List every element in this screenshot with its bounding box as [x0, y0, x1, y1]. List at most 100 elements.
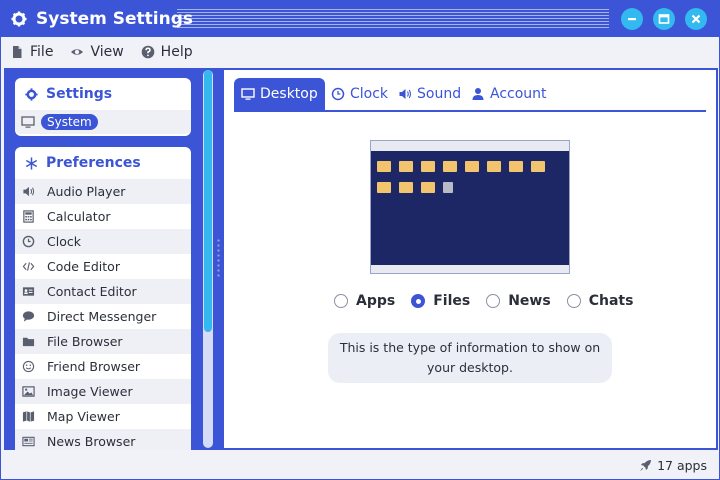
menu-help[interactable]: Help	[141, 44, 193, 60]
window-title: System Settings	[36, 9, 193, 29]
radio-chats-circle[interactable]	[566, 294, 581, 308]
sidebar-item-direct-messenger[interactable]: Direct Messenger	[15, 304, 191, 329]
speaker-icon	[23, 186, 35, 197]
folder-icon	[399, 161, 413, 172]
maximize-button[interactable]	[653, 8, 675, 30]
gear-icon	[25, 87, 38, 101]
tab-clock-label: Clock	[350, 86, 389, 102]
sidebar-item-news-browser[interactable]: News Browser	[15, 429, 191, 450]
menu-view[interactable]: View	[70, 44, 124, 60]
menu-view-label: View	[90, 44, 124, 60]
menu-bar: File View Help	[1, 37, 719, 67]
eye-icon	[71, 49, 84, 55]
folder-icon	[377, 182, 391, 193]
sidebar-item-label: Contact Editor	[47, 284, 137, 299]
main-frame: Settings System Preferences Audio Player	[4, 68, 718, 450]
radio-apps-circle[interactable]	[334, 294, 348, 308]
image-icon	[22, 386, 35, 397]
sidebar-item-label: Code Editor	[47, 259, 120, 274]
sidebar-item-code-editor[interactable]: Code Editor	[15, 254, 191, 279]
preview-top-bar	[371, 141, 569, 151]
folder-icon	[421, 161, 435, 172]
settings-window: System Settings File View Help Settings …	[0, 0, 720, 480]
tab-underline	[234, 110, 706, 112]
sidebar-item-label: Direct Messenger	[47, 309, 157, 324]
preferences-panel: Preferences Audio Player Calculator Cloc…	[15, 147, 191, 450]
info-description: This is the type of information to show …	[328, 333, 612, 383]
minimize-button[interactable]	[621, 8, 643, 30]
maximize-icon	[658, 14, 670, 24]
radio-news[interactable]: News	[486, 293, 551, 309]
sidebar: Settings System Preferences Audio Player	[9, 70, 202, 450]
tab-bar: Desktop Clock Sound Account	[224, 70, 716, 112]
tab-clock[interactable]: Clock	[331, 78, 388, 110]
contact-card-icon	[22, 287, 35, 296]
menu-help-label: Help	[160, 44, 193, 60]
sidebar-item-label: Calculator	[47, 209, 111, 224]
app-count: 17 apps	[657, 457, 707, 473]
monitor-icon	[21, 116, 35, 128]
radio-files-circle[interactable]	[411, 294, 426, 308]
code-icon	[22, 262, 35, 271]
clock-icon	[331, 87, 345, 101]
user-icon	[472, 88, 484, 100]
chat-bubble-icon	[22, 311, 35, 322]
radio-chats-label: Chats	[588, 293, 634, 309]
radio-news-circle[interactable]	[486, 294, 501, 308]
preferences-list: Audio Player Calculator Clock Code Edito…	[15, 179, 191, 450]
pane-resize-handle[interactable]	[216, 238, 221, 278]
title-bar[interactable]: System Settings	[1, 1, 719, 37]
folder-icon	[487, 161, 501, 172]
folder-icon	[465, 161, 479, 172]
file-icon	[13, 46, 22, 58]
sidebar-item-label: File Browser	[47, 334, 123, 349]
sidebar-item-calculator[interactable]: Calculator	[15, 204, 191, 229]
monitor-icon	[241, 88, 255, 100]
map-icon	[22, 411, 35, 422]
sidebar-item-clock[interactable]: Clock	[15, 229, 191, 254]
radio-files[interactable]: Files	[411, 293, 470, 309]
newspaper-icon	[22, 436, 35, 447]
preferences-header[interactable]: Preferences	[15, 147, 191, 179]
trash-icon	[443, 182, 453, 193]
close-button[interactable]	[685, 8, 707, 30]
sidebar-scrollbar[interactable]	[203, 70, 213, 448]
sidebar-scroll-thumb[interactable]	[204, 70, 212, 332]
rocket-icon	[640, 459, 652, 471]
preview-folder-grid	[377, 161, 553, 193]
sidebar-item-audio-player[interactable]: Audio Player	[15, 179, 191, 204]
sidebar-item-system-label: System	[41, 114, 98, 130]
title-drag-area[interactable]	[177, 9, 609, 29]
tab-sound[interactable]: Sound	[398, 78, 461, 110]
preview-taskbar	[371, 265, 569, 273]
preferences-header-label: Preferences	[46, 155, 141, 171]
sidebar-item-system[interactable]: System	[15, 110, 191, 134]
settings-header[interactable]: Settings	[15, 78, 191, 110]
folder-icon	[443, 161, 457, 172]
sidebar-item-friend-browser[interactable]: Friend Browser	[15, 354, 191, 379]
sidebar-item-label: Image Viewer	[47, 384, 133, 399]
folder-icon	[22, 337, 35, 347]
close-icon	[691, 14, 701, 24]
smiley-icon	[22, 360, 35, 373]
sidebar-item-contact-editor[interactable]: Contact Editor	[15, 279, 191, 304]
calculator-icon	[23, 210, 34, 223]
radio-news-label: News	[508, 293, 551, 309]
tab-account[interactable]: Account	[471, 78, 547, 110]
tab-desktop[interactable]: Desktop	[234, 78, 325, 110]
content-pane: Desktop Clock Sound Account Apps Files N…	[224, 70, 716, 448]
sidebar-item-map-viewer[interactable]: Map Viewer	[15, 404, 191, 429]
radio-files-label: Files	[433, 293, 471, 309]
info-type-radio-group: Apps Files News Chats	[334, 293, 649, 309]
radio-chats[interactable]: Chats	[566, 293, 634, 309]
menu-file[interactable]: File	[10, 44, 53, 60]
desktop-preview	[370, 140, 570, 274]
sidebar-item-file-browser[interactable]: File Browser	[15, 329, 191, 354]
tab-account-label: Account	[490, 86, 547, 102]
radio-apps[interactable]: Apps	[334, 293, 395, 309]
sidebar-item-image-viewer[interactable]: Image Viewer	[15, 379, 191, 404]
sidebar-item-label: Audio Player	[47, 184, 126, 199]
tab-desktop-label: Desktop	[260, 86, 318, 102]
tab-sound-label: Sound	[417, 86, 462, 102]
status-bar: 17 apps	[1, 451, 719, 479]
